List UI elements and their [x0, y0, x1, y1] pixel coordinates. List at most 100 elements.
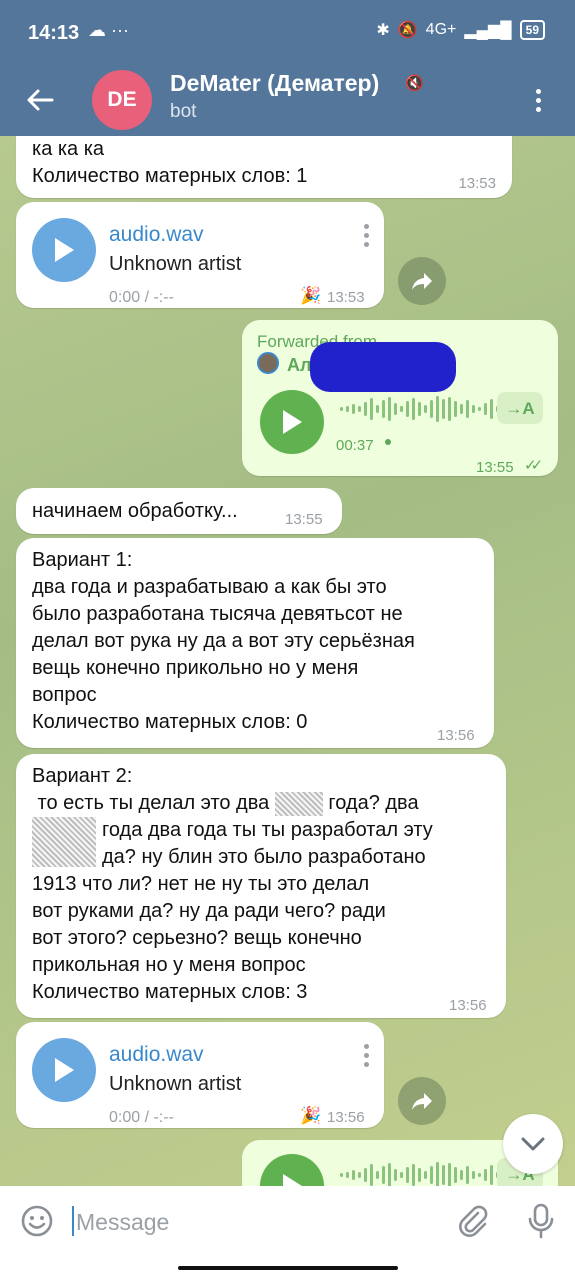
- audio-title: audio.wav: [109, 223, 204, 246]
- notification-icons: ☁ ···: [88, 20, 129, 40]
- share-button[interactable]: [398, 257, 446, 305]
- message-input-bar: [0, 1186, 575, 1258]
- waveform-bar: [346, 406, 349, 412]
- waveform-bar: [364, 1168, 367, 1182]
- dot-icon: [535, 106, 541, 112]
- audio-message[interactable]: audio.wav Unknown artist 0:00 / -:-- 🎉 1…: [16, 202, 384, 308]
- message-bubble[interactable]: Вариант 2: то есть ты делал это два года…: [16, 754, 506, 1018]
- bluetooth-icon: ✱: [376, 22, 390, 39]
- audio-menu-button[interactable]: [364, 224, 369, 247]
- signal-icon: ▂▄▆█: [464, 22, 512, 39]
- waveform-bar: [466, 400, 469, 418]
- attach-button[interactable]: [456, 1204, 490, 1243]
- message-time: 13:53: [327, 289, 365, 306]
- waveform-bar: [472, 405, 475, 413]
- chat-subtitle: bot: [170, 101, 197, 122]
- avatar[interactable]: DE: [92, 70, 152, 130]
- chevron-down-icon: [521, 1137, 545, 1151]
- waveform-bar: [448, 1163, 451, 1186]
- waveform-bar: [478, 407, 481, 411]
- message-bubble[interactable]: начинаем обработку... 13:55: [16, 488, 342, 534]
- reaction-icon[interactable]: 🎉: [300, 282, 321, 309]
- voice-waveform[interactable]: [340, 1160, 499, 1186]
- message-time: 13:55: [476, 459, 514, 476]
- microphone-button[interactable]: [524, 1202, 558, 1245]
- waveform-bar: [418, 1168, 421, 1182]
- waveform-bar: [406, 1167, 409, 1183]
- waveform-bar: [454, 401, 457, 417]
- message-text: то есть ты делал это два года? два: [32, 790, 419, 817]
- waveform-bar: [442, 1165, 445, 1185]
- audio-menu-button[interactable]: [364, 1044, 369, 1067]
- read-checkmarks-icon: ✓✓: [524, 457, 543, 474]
- voice-waveform[interactable]: [340, 394, 499, 424]
- message-text: года? два: [328, 792, 419, 814]
- audio-play-button[interactable]: [32, 218, 96, 282]
- waveform-bar: [364, 402, 367, 416]
- share-button[interactable]: [398, 1077, 446, 1125]
- message-text: Вариант 2:: [32, 765, 133, 787]
- waveform-bar: [430, 1166, 433, 1184]
- waveform-bar: [460, 404, 463, 414]
- play-icon: [55, 238, 74, 262]
- audio-duration: 0:00 / -:--: [109, 289, 174, 306]
- arrow-left-icon: [27, 89, 54, 111]
- censored-word: [274, 791, 323, 816]
- waveform-bar: [442, 399, 445, 419]
- message-time: 13:56: [449, 997, 487, 1014]
- text-caret: [72, 1206, 74, 1236]
- message-text: Вариант 1: два года и разрабатываю а как…: [32, 549, 415, 733]
- redaction-scribble: [310, 342, 456, 392]
- message-bubble[interactable]: ка ка ка Количество матерных слов: 1 13:…: [16, 136, 512, 198]
- waveform-bar: [376, 405, 379, 413]
- waveform-bar: [412, 398, 415, 420]
- waveform-bar: [490, 1165, 493, 1185]
- waveform-bar: [448, 397, 451, 421]
- forwarded-voice-message[interactable]: Forwarded from Ал →A 00:37 13:55 ✓✓: [242, 320, 558, 476]
- waveform-bar: [352, 1170, 355, 1180]
- waveform-bar: [346, 1172, 349, 1178]
- waveform-bar: [376, 1171, 379, 1179]
- forwarded-sender-name[interactable]: Ал: [287, 352, 311, 379]
- share-arrow-icon: [412, 1093, 432, 1110]
- audio-artist: Unknown artist: [109, 253, 242, 275]
- message-text: года два года ты ты разработал эту: [102, 819, 433, 841]
- chat-area[interactable]: ка ка ка Количество матерных слов: 1 13:…: [0, 136, 575, 1186]
- waveform-bar: [418, 402, 421, 416]
- dot-icon: [535, 88, 541, 94]
- waveform-bar: [406, 401, 409, 417]
- voice-play-button[interactable]: [260, 390, 324, 454]
- waveform-bar: [352, 404, 355, 414]
- voice-play-button[interactable]: [260, 1154, 324, 1186]
- emoji-button[interactable]: [20, 1204, 54, 1243]
- reaction-icon[interactable]: 🎉: [300, 1102, 321, 1129]
- scroll-down-button[interactable]: [503, 1114, 563, 1174]
- audio-play-button[interactable]: [32, 1038, 96, 1102]
- chat-title[interactable]: DeMater (Дематер): [170, 70, 379, 97]
- waveform-bar: [358, 406, 361, 412]
- play-icon: [283, 1174, 302, 1186]
- message-bubble[interactable]: Вариант 1: два года и разрабатываю а как…: [16, 538, 494, 748]
- audio-message[interactable]: audio.wav Unknown artist 0:00 / -:-- 🎉 1…: [16, 1022, 384, 1128]
- mute-alarm-icon: 🔕: [397, 22, 418, 39]
- audio-title: audio.wav: [109, 1043, 204, 1066]
- message-time: 13:55: [285, 511, 323, 528]
- network-label: 4G+: [425, 21, 457, 38]
- back-button[interactable]: [22, 82, 58, 118]
- transcribe-button[interactable]: →A: [497, 392, 543, 424]
- message-input[interactable]: [76, 1200, 436, 1244]
- waveform-bar: [424, 1171, 427, 1179]
- waveform-bar: [340, 1173, 343, 1177]
- waveform-bar: [472, 1171, 475, 1179]
- message-text: Количество матерных слов: 1: [32, 165, 308, 187]
- message-text: да? ну блин это было разработано: [102, 846, 426, 868]
- status-right: ✱ 🔕 4G+ ▂▄▆█ 59: [376, 20, 545, 40]
- more-menu-button[interactable]: [523, 82, 553, 118]
- home-indicator[interactable]: [178, 1266, 398, 1270]
- waveform-bar: [370, 1164, 373, 1186]
- voice-duration: 00:37: [336, 437, 374, 454]
- waveform-bar: [436, 396, 439, 422]
- play-icon: [283, 410, 302, 434]
- waveform-bar: [460, 1170, 463, 1180]
- status-bar: 14:13 ☁ ··· ✱ 🔕 4G+ ▂▄▆█ 59: [0, 0, 575, 68]
